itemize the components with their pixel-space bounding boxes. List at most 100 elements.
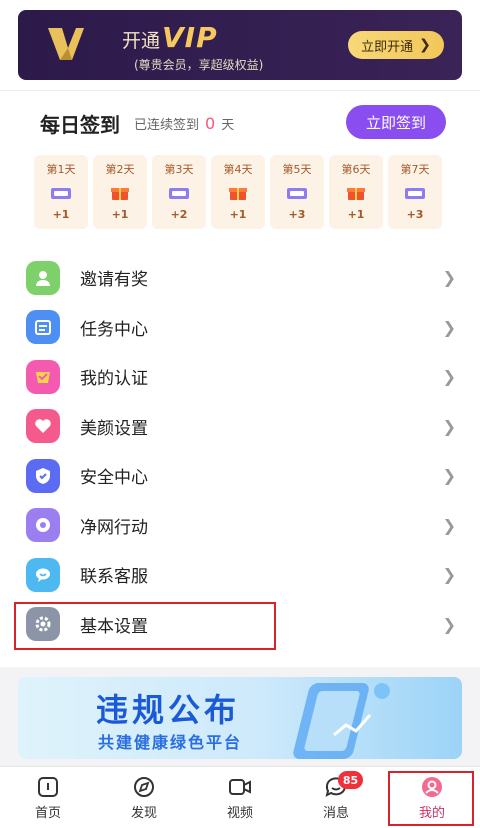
chevron-right-icon: ❯ <box>442 565 456 584</box>
menu-item-label: 基本设置 <box>80 616 148 637</box>
menu-item-label: 安全中心 <box>80 468 148 489</box>
chevron-right-icon: ❯ <box>442 317 456 337</box>
signin-title: 每日签到 <box>40 112 120 137</box>
menu-item-tasks[interactable]: 任务中心 ❯ <box>0 303 480 353</box>
menu-item-beauty[interactable]: 美颜设置 ❯ <box>0 402 480 452</box>
signin-header: 每日签到 已连续签到 0 天 立即签到 <box>18 91 462 155</box>
vip-subtitle: (尊贵会员，享超级权益) <box>134 58 264 72</box>
signin-day[interactable]: 第4天 +1 <box>211 155 265 229</box>
day-label: 第3天 <box>164 163 194 176</box>
vip-title: 开通 VIP <box>122 21 218 54</box>
gift-box-icon <box>229 187 247 200</box>
promo-section: 违规公布 共建健康绿色平台 <box>0 667 480 769</box>
tab-messages[interactable]: 85 消息 <box>288 767 384 828</box>
day-reward: +1 <box>347 208 365 221</box>
day-label: 第4天 <box>223 163 253 176</box>
eye-icon <box>26 508 60 543</box>
signin-streak-prefix: 已连续签到 <box>134 117 200 133</box>
menu-item-invite[interactable]: 邀请有奖 ❯ <box>0 253 480 303</box>
heart-icon <box>26 409 60 444</box>
day-reward: +3 <box>406 208 424 221</box>
day-label: 第7天 <box>400 163 430 176</box>
signin-day[interactable]: 第5天 +3 <box>270 155 324 229</box>
coupon-icon <box>405 187 425 199</box>
chevron-right-icon: ❯ <box>419 37 431 53</box>
menu-item-label: 净网行动 <box>80 517 148 538</box>
invite-user-icon <box>26 260 60 295</box>
vip-open-button[interactable]: 立即开通 ❯ <box>348 31 444 59</box>
menu-item-clean-network[interactable]: 净网行动 ❯ <box>0 501 480 551</box>
profile-icon <box>422 776 442 797</box>
day-reward: +2 <box>170 208 188 221</box>
menu-item-label: 联系客服 <box>80 567 148 588</box>
signin-day[interactable]: 第6天 +1 <box>329 155 383 229</box>
menu-item-security[interactable]: 安全中心 ❯ <box>0 451 480 501</box>
coupon-icon <box>51 187 71 199</box>
tab-label: 我的 <box>418 805 445 821</box>
menu-item-basic-settings[interactable]: 基本设置 ❯ <box>0 600 480 649</box>
menu-item-label: 邀请有奖 <box>80 270 148 291</box>
vip-open-button-label: 立即开通 <box>361 39 414 55</box>
phone-illustration-icon <box>293 683 390 759</box>
gift-box-icon <box>111 187 129 200</box>
chevron-right-icon: ❯ <box>442 268 456 287</box>
signin-streak: 已连续签到 0 天 <box>134 114 234 133</box>
violation-notice-banner[interactable]: 违规公布 共建健康绿色平台 <box>18 677 462 759</box>
tab-label: 发现 <box>130 805 157 821</box>
menu-item-verification[interactable]: 我的认证 ❯ <box>0 352 480 402</box>
day-reward: +3 <box>288 208 306 221</box>
signin-day[interactable]: 第3天 +2 <box>152 155 206 229</box>
signin-day[interactable]: 第1天 +1 <box>34 155 88 229</box>
compass-icon <box>134 776 154 797</box>
daily-signin-card: 每日签到 已连续签到 0 天 立即签到 第1天 +1 第2天 +1 第3天 +2… <box>0 90 480 243</box>
day-reward: +1 <box>229 208 247 221</box>
signin-button[interactable]: 立即签到 <box>346 105 446 139</box>
chevron-right-icon: ❯ <box>442 614 456 634</box>
unread-badge: 85 <box>337 771 364 789</box>
menu-item-label: 我的认证 <box>80 369 148 390</box>
day-label: 第6天 <box>341 163 371 176</box>
coupon-icon <box>287 187 307 199</box>
gift-box-icon <box>347 187 365 200</box>
signin-streak-count: 0 <box>205 113 216 133</box>
day-label: 第1天 <box>46 163 76 176</box>
day-label: 第2天 <box>105 163 135 176</box>
signin-days: 第1天 +1 第2天 +1 第3天 +2 第4天 +1 第5天 +3 第6天 +… <box>18 155 462 243</box>
tab-mine[interactable]: 我的 <box>384 767 480 828</box>
menu-item-label: 任务中心 <box>80 319 148 340</box>
banner-title: 违规公布 <box>96 691 241 729</box>
task-calendar-icon <box>26 310 60 345</box>
vip-section: 开通 VIP (尊贵会员，享超级权益) 立即开通 ❯ <box>0 0 480 90</box>
gear-icon <box>26 607 60 642</box>
chat-bubble-icon <box>26 557 60 592</box>
tab-discover[interactable]: 发现 <box>96 767 192 828</box>
banner-subtitle: 共建健康绿色平台 <box>98 733 243 752</box>
vip-crown-logo-icon <box>48 28 84 60</box>
tab-label: 视频 <box>226 805 253 821</box>
day-reward: +1 <box>52 208 70 221</box>
video-camera-icon <box>229 778 251 795</box>
coupon-icon <box>169 187 189 199</box>
chevron-right-icon: ❯ <box>442 515 456 535</box>
tab-label: 消息 <box>322 805 349 821</box>
vip-label: VIP <box>162 21 218 54</box>
day-label: 第5天 <box>282 163 312 176</box>
vip-banner[interactable]: 开通 VIP (尊贵会员，享超级权益) 立即开通 ❯ <box>18 10 462 80</box>
bottom-tab-bar: 首页 发现 视频 85 消息 我的 <box>0 766 480 828</box>
tab-label: 首页 <box>34 805 61 821</box>
day-reward: +1 <box>111 208 129 221</box>
verify-badge-icon <box>26 359 60 394</box>
chevron-right-icon: ❯ <box>442 466 456 485</box>
signin-day[interactable]: 第2天 +1 <box>93 155 147 229</box>
chevron-right-icon: ❯ <box>442 416 456 436</box>
home-icon <box>38 776 58 797</box>
vip-open-label: 开通 <box>122 30 161 52</box>
chevron-right-icon: ❯ <box>442 367 456 386</box>
menu-item-customer-service[interactable]: 联系客服 ❯ <box>0 550 480 600</box>
shield-icon <box>26 458 60 493</box>
tab-home[interactable]: 首页 <box>0 767 96 828</box>
signin-day[interactable]: 第7天 +3 <box>388 155 442 229</box>
menu-list: 邀请有奖 ❯ 任务中心 ❯ 我的认证 ❯ 美颜设置 ❯ 安全中心 ❯ 净网行动 … <box>0 243 480 667</box>
tab-video[interactable]: 视频 <box>192 767 288 828</box>
signin-streak-unit: 天 <box>221 117 235 133</box>
